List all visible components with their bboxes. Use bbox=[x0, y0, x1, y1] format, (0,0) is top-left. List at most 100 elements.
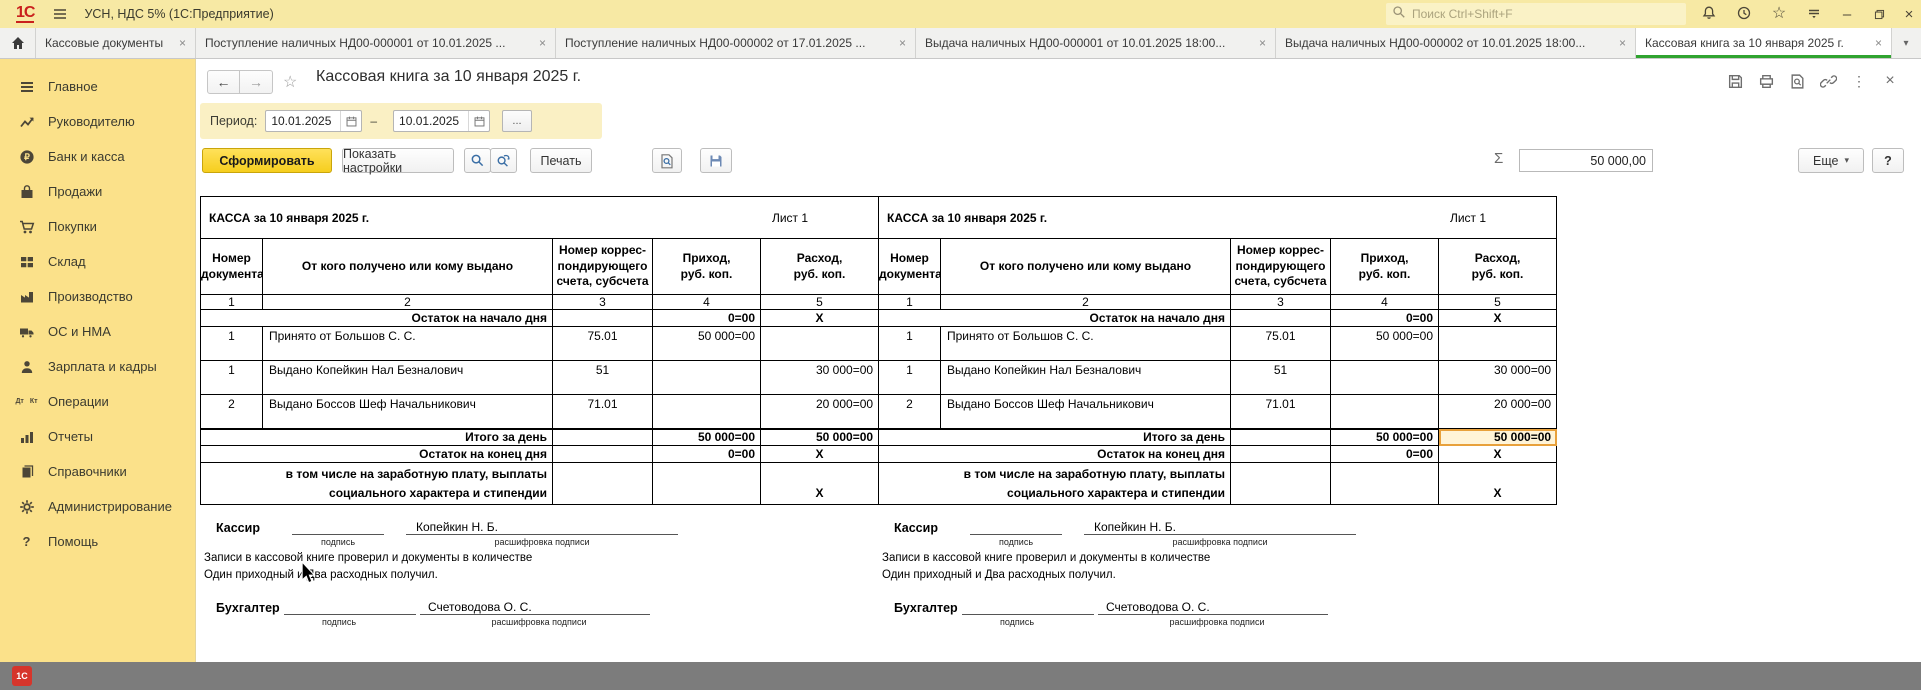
opening-balance-x[interactable]: X bbox=[761, 310, 879, 327]
sidebar-item-payroll[interactable]: Зарплата и кадры bbox=[0, 349, 195, 384]
preview-button[interactable] bbox=[652, 148, 682, 173]
prihod-cell[interactable] bbox=[1331, 361, 1439, 395]
notifications-bell-icon[interactable] bbox=[1700, 4, 1718, 22]
account-cell[interactable]: 75.01 bbox=[1231, 327, 1331, 361]
sidebar-item-fixed-assets[interactable]: ОС и НМА bbox=[0, 314, 195, 349]
forward-button[interactable]: → bbox=[240, 70, 273, 94]
empty-cell[interactable] bbox=[1231, 463, 1331, 505]
prihod-cell[interactable] bbox=[653, 395, 761, 429]
global-search[interactable] bbox=[1386, 3, 1686, 25]
empty-cell[interactable] bbox=[1231, 446, 1331, 463]
account-cell[interactable]: 75.01 bbox=[553, 327, 653, 361]
account-cell[interactable]: 51 bbox=[553, 361, 653, 395]
generate-button[interactable]: Сформировать bbox=[202, 148, 332, 173]
sidebar-item-production[interactable]: Производство bbox=[0, 279, 195, 314]
add-favorite-star-icon[interactable]: ☆ bbox=[283, 72, 297, 92]
including-x[interactable]: X bbox=[761, 463, 879, 505]
tab-close-icon[interactable]: × bbox=[172, 36, 186, 50]
empty-cell[interactable] bbox=[553, 310, 653, 327]
total-prihod-cell[interactable]: 50 000=00 bbox=[653, 429, 761, 446]
counterparty-cell[interactable]: Выдано Боссов Шеф Начальникович bbox=[941, 395, 1231, 429]
save-icon[interactable] bbox=[1726, 72, 1744, 90]
calendar-icon[interactable] bbox=[340, 111, 361, 131]
doc-number-cell[interactable]: 2 bbox=[201, 395, 263, 429]
tab-cash-book-active[interactable]: Кассовая книга за 10 января 2025 г. × bbox=[1636, 28, 1892, 58]
counterparty-cell[interactable]: Выдано Копейкин Нал Безналович bbox=[263, 361, 553, 395]
rashod-cell[interactable] bbox=[1439, 327, 1557, 361]
taskbar-1c-icon[interactable]: 1С bbox=[12, 666, 32, 686]
main-menu-icon[interactable] bbox=[52, 6, 68, 22]
empty-cell[interactable] bbox=[1331, 463, 1439, 505]
service-menu-icon[interactable] bbox=[1805, 4, 1823, 22]
history-icon[interactable] bbox=[1735, 4, 1753, 22]
save-report-button[interactable] bbox=[700, 148, 732, 173]
tab-close-icon[interactable]: × bbox=[892, 36, 906, 50]
window-restore-button[interactable] bbox=[1866, 0, 1892, 28]
print-icon[interactable] bbox=[1757, 72, 1775, 90]
sidebar-item-reports[interactable]: Отчеты bbox=[0, 419, 195, 454]
counterparty-cell[interactable]: Принято от Большов С. С. bbox=[941, 327, 1231, 361]
tab-close-icon[interactable]: × bbox=[1868, 36, 1882, 50]
tab-list-dropdown[interactable]: ▾ bbox=[1892, 28, 1920, 58]
sidebar-item-help[interactable]: ? Помощь bbox=[0, 524, 195, 559]
empty-cell[interactable] bbox=[553, 446, 653, 463]
home-tab[interactable] bbox=[0, 28, 36, 58]
tab-cash-issue-2[interactable]: Выдача наличных НД00-000002 от 10.01.202… bbox=[1276, 28, 1636, 58]
window-close-button[interactable]: × bbox=[1896, 0, 1921, 28]
form-close-icon[interactable]: × bbox=[1881, 72, 1899, 90]
tab-close-icon[interactable]: × bbox=[1252, 36, 1266, 50]
tab-cash-receipt-2[interactable]: Поступление наличных НД00-000002 от 17.0… bbox=[556, 28, 916, 58]
empty-cell[interactable] bbox=[1231, 429, 1331, 446]
tab-cash-receipt-1[interactable]: Поступление наличных НД00-000001 от 10.0… bbox=[196, 28, 556, 58]
empty-cell[interactable] bbox=[1231, 310, 1331, 327]
rashod-cell[interactable]: 20 000=00 bbox=[1439, 395, 1557, 429]
period-more-button[interactable]: ... bbox=[502, 110, 532, 132]
calendar-icon[interactable] bbox=[468, 111, 489, 131]
help-button[interactable]: ? bbox=[1872, 148, 1904, 173]
find-button[interactable] bbox=[464, 148, 491, 173]
tab-cash-issue-1[interactable]: Выдача наличных НД00-000001 от 10.01.202… bbox=[916, 28, 1276, 58]
print-preview-icon[interactable] bbox=[1788, 72, 1806, 90]
closing-balance-prihod[interactable]: 0=00 bbox=[653, 446, 761, 463]
more-button[interactable]: Еще ▾ bbox=[1798, 148, 1864, 173]
sidebar-item-bank-cash[interactable]: ₽ Банк и касса bbox=[0, 139, 195, 174]
tab-close-icon[interactable]: × bbox=[1612, 36, 1626, 50]
rashod-cell[interactable]: 30 000=00 bbox=[1439, 361, 1557, 395]
autosum-value[interactable] bbox=[1520, 150, 1652, 171]
counterparty-cell[interactable]: Выдано Боссов Шеф Начальникович bbox=[263, 395, 553, 429]
doc-number-cell[interactable]: 2 bbox=[879, 395, 941, 429]
counterparty-cell[interactable]: Принято от Большов С. С. bbox=[263, 327, 553, 361]
total-rashod-cell[interactable]: 50 000=00 bbox=[1439, 429, 1557, 446]
sidebar-item-warehouse[interactable]: Склад bbox=[0, 244, 195, 279]
tab-cash-documents[interactable]: Кассовые документы × bbox=[36, 28, 196, 58]
doc-number-cell[interactable]: 1 bbox=[879, 361, 941, 395]
sidebar-item-manager[interactable]: Руководителю bbox=[0, 104, 195, 139]
account-cell[interactable]: 51 bbox=[1231, 361, 1331, 395]
opening-balance-prihod[interactable]: 0=00 bbox=[1331, 310, 1439, 327]
favorites-star-icon[interactable]: ☆ bbox=[1770, 4, 1788, 22]
prihod-cell[interactable] bbox=[1331, 395, 1439, 429]
sidebar-item-main[interactable]: Главное bbox=[0, 69, 195, 104]
sidebar-item-administration[interactable]: Администрирование bbox=[0, 489, 195, 524]
closing-balance-prihod[interactable]: 0=00 bbox=[1331, 446, 1439, 463]
opening-balance-prihod[interactable]: 0=00 bbox=[653, 310, 761, 327]
rashod-cell[interactable] bbox=[761, 327, 879, 361]
sidebar-item-operations[interactable]: Дт Кт Операции bbox=[0, 384, 195, 419]
search-input[interactable] bbox=[1412, 7, 1662, 21]
period-to-input[interactable] bbox=[394, 114, 468, 128]
more-commands-kebab-icon[interactable]: ⋮ bbox=[1850, 72, 1868, 90]
total-rashod-cell[interactable]: 50 000=00 bbox=[761, 429, 879, 446]
tab-close-icon[interactable]: × bbox=[532, 36, 546, 50]
get-link-icon[interactable] bbox=[1819, 72, 1837, 90]
doc-number-cell[interactable]: 1 bbox=[201, 327, 263, 361]
back-button[interactable]: ← bbox=[207, 70, 240, 94]
sidebar-item-directories[interactable]: Справочники bbox=[0, 454, 195, 489]
prihod-cell[interactable] bbox=[653, 361, 761, 395]
doc-number-cell[interactable]: 1 bbox=[879, 327, 941, 361]
window-minimize-button[interactable]: – bbox=[1834, 0, 1860, 28]
total-prihod-cell[interactable]: 50 000=00 bbox=[1331, 429, 1439, 446]
print-button[interactable]: Печать bbox=[530, 148, 592, 173]
find-next-button[interactable] bbox=[490, 148, 517, 173]
period-from-input[interactable] bbox=[266, 114, 340, 128]
account-cell[interactable]: 71.01 bbox=[1231, 395, 1331, 429]
